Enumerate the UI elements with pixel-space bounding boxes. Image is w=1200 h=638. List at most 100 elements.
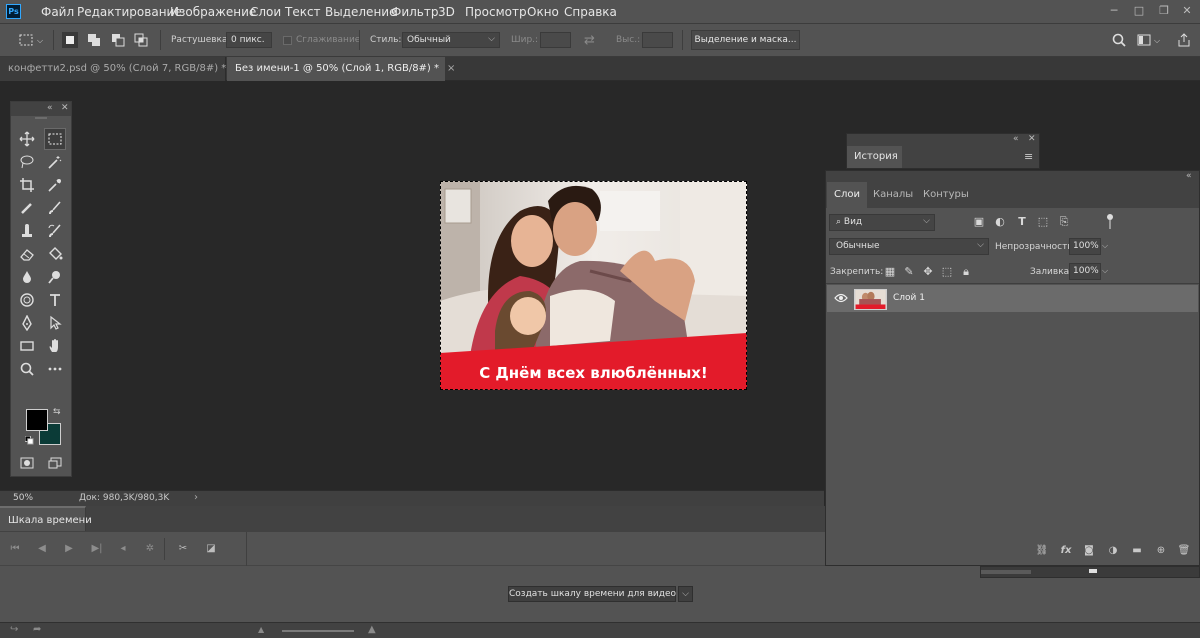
- lock-all-icon[interactable]: 🔒︎: [959, 265, 973, 279]
- link-layers-icon[interactable]: ⛓: [1035, 544, 1049, 558]
- filter-adjustment-icon[interactable]: ◐: [993, 215, 1007, 229]
- pen-tool-icon[interactable]: [16, 312, 38, 334]
- lock-transparent-icon[interactable]: ▦: [883, 265, 897, 279]
- prev-frame-icon[interactable]: ◀: [35, 542, 49, 556]
- menu-3d[interactable]: 3D: [438, 5, 455, 19]
- lock-position-icon[interactable]: ✥: [921, 265, 935, 279]
- blur-tool-icon[interactable]: [16, 266, 38, 288]
- clone-stamp-tool-icon[interactable]: [16, 220, 38, 242]
- swap-colors-icon[interactable]: ⇆: [53, 407, 61, 417]
- tab-paths[interactable]: Контуры: [916, 182, 976, 208]
- feather-input[interactable]: 0 пикс.: [226, 32, 272, 48]
- convert-icon[interactable]: ↪: [10, 624, 18, 635]
- hand-tool-icon[interactable]: [44, 335, 66, 357]
- layer-row[interactable]: Слой 1: [827, 285, 1198, 312]
- fill-input[interactable]: 100%: [1069, 263, 1101, 280]
- trash-icon[interactable]: 🗑︎: [1177, 544, 1191, 558]
- tab-history[interactable]: История: [847, 146, 902, 168]
- menu-window[interactable]: Окно: [527, 5, 559, 19]
- tab-confetti[interactable]: конфетти2.psd @ 50% (Слой 7, RGB/8#) *×: [0, 57, 243, 81]
- intersect-selection-icon[interactable]: [133, 32, 149, 48]
- menu-select[interactable]: Выделение: [325, 5, 396, 19]
- audio-icon[interactable]: ◂: [116, 542, 130, 556]
- new-selection-icon[interactable]: [62, 32, 78, 48]
- add-selection-icon[interactable]: [86, 32, 102, 48]
- minimize-icon[interactable]: ─: [1107, 4, 1121, 18]
- render-icon[interactable]: ➦: [33, 624, 41, 635]
- tab-untitled[interactable]: Без имени-1 @ 50% (Слой 1, RGB/8#) * ×: [227, 57, 455, 81]
- healing-brush-tool-icon[interactable]: [16, 197, 38, 219]
- screen-mode-icon[interactable]: [44, 452, 66, 474]
- close-icon[interactable]: ✕: [1180, 4, 1194, 18]
- chevron-down-icon[interactable]: ⌵: [1154, 36, 1160, 46]
- tab-timeline[interactable]: Шкала времени: [0, 506, 92, 531]
- menu-edit[interactable]: Редактирование: [77, 5, 182, 19]
- collapse-icon[interactable]: «: [47, 103, 53, 113]
- style-select[interactable]: Обычный ⌵: [402, 32, 500, 48]
- chevron-down-icon[interactable]: ⌵: [1102, 241, 1108, 251]
- menu-filter[interactable]: Фильтр: [391, 5, 438, 19]
- menu-help[interactable]: Справка: [564, 5, 617, 19]
- panel-menu-icon[interactable]: ≡: [1024, 150, 1033, 163]
- collapse-icon[interactable]: «: [1186, 171, 1192, 181]
- pattern-icon[interactable]: [16, 289, 38, 311]
- chevron-down-icon[interactable]: ⌵: [678, 586, 693, 602]
- close-icon[interactable]: ✕: [1028, 134, 1036, 144]
- layer-style-fx-icon[interactable]: fx: [1059, 544, 1073, 558]
- collapsed-panel-dock[interactable]: [980, 566, 1200, 578]
- layer-name[interactable]: Слой 1: [893, 293, 925, 303]
- dock-tab[interactable]: [981, 570, 1031, 574]
- eraser-tool-icon[interactable]: [16, 243, 38, 265]
- menu-layers[interactable]: Слои: [250, 5, 281, 19]
- antialias-checkbox[interactable]: [283, 36, 292, 45]
- restore-icon[interactable]: ❐: [1157, 4, 1171, 18]
- close-icon[interactable]: ×: [447, 63, 455, 74]
- zoom-slider[interactable]: [282, 630, 354, 632]
- foreground-color-swatch[interactable]: [26, 409, 48, 431]
- chevron-down-icon[interactable]: ⌵: [37, 36, 43, 46]
- filter-shape-icon[interactable]: ⬚: [1036, 215, 1050, 229]
- new-layer-icon[interactable]: ⊕: [1154, 544, 1168, 558]
- close-icon[interactable]: ✕: [61, 103, 69, 113]
- history-brush-tool-icon[interactable]: [44, 220, 66, 242]
- select-and-mask-button[interactable]: Выделение и маска...: [691, 30, 800, 50]
- zoom-in-icon[interactable]: ▲: [368, 624, 376, 635]
- magic-wand-tool-icon[interactable]: [44, 151, 66, 173]
- filter-smart-object-icon[interactable]: ⎘: [1057, 215, 1071, 229]
- collapse-icon[interactable]: «: [1013, 134, 1019, 144]
- transition-icon[interactable]: ◪: [204, 542, 218, 556]
- lock-image-icon[interactable]: ✎: [902, 265, 916, 279]
- grip[interactable]: [35, 117, 47, 119]
- menu-type[interactable]: Текст: [285, 5, 321, 19]
- create-video-timeline-button[interactable]: Создать шкалу времени для видео: [508, 586, 676, 602]
- share-icon[interactable]: [1176, 32, 1192, 48]
- swap-dimensions-icon[interactable]: ⇄: [584, 33, 595, 48]
- lasso-tool-icon[interactable]: [16, 151, 38, 173]
- subtract-selection-icon[interactable]: [110, 32, 126, 48]
- maximize-icon[interactable]: □: [1132, 4, 1146, 18]
- move-tool-icon[interactable]: [16, 128, 38, 150]
- photoshop-logo-icon[interactable]: Ps: [6, 4, 21, 19]
- chevron-right-icon[interactable]: ›: [194, 492, 198, 503]
- crop-tool-icon[interactable]: [16, 174, 38, 196]
- menu-image[interactable]: Изображение: [170, 5, 256, 19]
- paint-bucket-tool-icon[interactable]: [44, 243, 66, 265]
- scissors-icon[interactable]: ✂: [176, 542, 190, 556]
- tab-channels[interactable]: Каналы: [866, 182, 920, 208]
- zoom-out-icon[interactable]: ▲: [258, 625, 264, 634]
- settings-gear-icon[interactable]: ✲: [143, 542, 157, 556]
- search-icon[interactable]: [1111, 32, 1127, 48]
- menu-view[interactable]: Просмотр: [465, 5, 527, 19]
- more-tools-icon[interactable]: [44, 358, 66, 380]
- layer-filter-select[interactable]: ⌕ Вид ⌵: [829, 214, 935, 231]
- default-colors-icon[interactable]: [24, 435, 34, 445]
- add-mask-icon[interactable]: ◙: [1082, 544, 1096, 558]
- brush-tool-icon[interactable]: [44, 197, 66, 219]
- filter-type-icon[interactable]: T: [1015, 215, 1029, 229]
- path-selection-tool-icon[interactable]: [44, 312, 66, 334]
- width-input[interactable]: [540, 32, 571, 48]
- zoom-level[interactable]: 50%: [13, 493, 33, 503]
- filter-pixel-icon[interactable]: ▣: [972, 215, 986, 229]
- dock-tab-active[interactable]: [1089, 569, 1097, 573]
- eyedropper-tool-icon[interactable]: [44, 174, 66, 196]
